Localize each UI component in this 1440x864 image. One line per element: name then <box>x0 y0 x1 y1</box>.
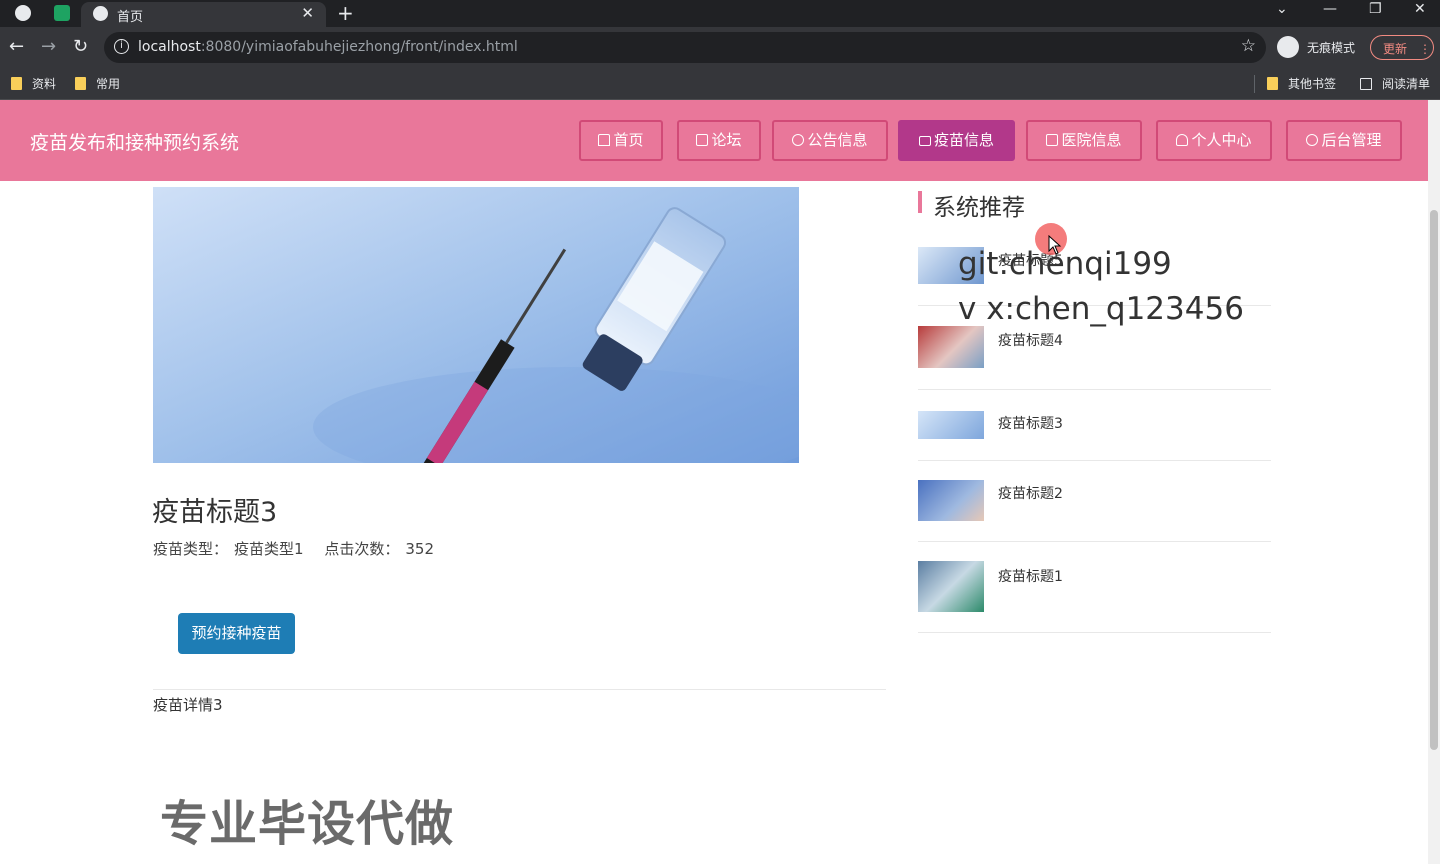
user-icon <box>1176 134 1189 146</box>
incognito-icon <box>1277 36 1299 58</box>
folder-icon <box>1267 77 1278 90</box>
folder-icon <box>11 77 22 90</box>
page-scrollbar[interactable] <box>1428 100 1440 864</box>
window-close-icon[interactable]: ✕ <box>1414 1 1426 17</box>
more-icon: ⋮ <box>1419 42 1432 56</box>
nav-home[interactable]: 首页 <box>579 120 663 161</box>
site-header: 疫苗发布和接种预约系统 首页 论坛 公告信息 疫苗信息 医院信息 个人中心 后台… <box>0 100 1428 181</box>
incognito-label: 无痕模式 <box>1307 41 1356 55</box>
chevron-down-icon[interactable]: ⌄ <box>1276 1 1288 17</box>
nav-vaccine[interactable]: 疫苗信息 <box>898 120 1015 161</box>
reading-list[interactable]: 阅读清单 <box>1360 75 1430 92</box>
site-title: 疫苗发布和接种预约系统 <box>30 132 240 154</box>
nav-admin[interactable]: 后台管理 <box>1286 120 1402 161</box>
vaccine-illustration: 疫苗 <box>153 187 799 463</box>
nav-forum[interactable]: 论坛 <box>677 120 761 161</box>
content-divider <box>153 689 886 690</box>
update-button[interactable]: 更新 ⋮ <box>1370 35 1434 60</box>
reading-list-icon <box>1360 78 1372 90</box>
sheet-app-icon[interactable] <box>54 5 70 21</box>
globe-icon[interactable] <box>15 5 31 21</box>
recommend-thumbnail[interactable] <box>918 326 984 368</box>
globe-icon <box>93 6 108 21</box>
recommend-thumbnail[interactable] <box>918 561 984 612</box>
recommend-item[interactable]: 疫苗标题3 <box>918 390 1271 461</box>
bookmark-folder-other[interactable]: 其他书签 <box>1267 75 1336 92</box>
back-icon[interactable]: ← <box>9 36 24 57</box>
bookmarks-bar: 资料 常用 其他书签 阅读清单 <box>0 68 1440 100</box>
close-icon[interactable]: ✕ <box>301 4 314 22</box>
new-tab-icon[interactable]: + <box>337 1 354 25</box>
restore-icon[interactable]: ❐ <box>1369 1 1382 17</box>
browser-tab-strip: 首页 ✕ + ⌄ — ❐ ✕ <box>0 0 1440 27</box>
mouse-cursor-icon <box>1048 235 1062 255</box>
nav-hospital[interactable]: 医院信息 <box>1026 120 1142 161</box>
minimize-icon[interactable]: — <box>1323 1 1337 17</box>
overlay-git-text: git:chenqi199 <box>958 246 1172 282</box>
nav-notice[interactable]: 公告信息 <box>772 120 888 161</box>
bookmark-folder[interactable]: 资料 <box>11 75 56 92</box>
forum-icon <box>696 134 709 146</box>
bookmark-divider <box>1254 75 1255 93</box>
url-text: localhost:8080/yimiaofabuhejiezhong/fron… <box>138 39 518 55</box>
scrollbar-thumb[interactable] <box>1430 210 1438 750</box>
page-viewport: 疫苗发布和接种预约系统 首页 论坛 公告信息 疫苗信息 医院信息 个人中心 后台… <box>0 100 1428 864</box>
promo-watermark: 专业毕设代做 <box>160 796 455 852</box>
notice-icon <box>792 134 805 146</box>
recommend-thumbnail[interactable] <box>918 411 984 439</box>
browser-tab-active[interactable]: 首页 ✕ <box>81 2 326 27</box>
forward-icon[interactable]: → <box>41 36 56 57</box>
nav-profile[interactable]: 个人中心 <box>1156 120 1272 161</box>
heading-accent-bar <box>918 191 922 213</box>
vaccine-detail-text: 疫苗详情3 <box>153 696 223 714</box>
recommend-item[interactable]: 疫苗标题2 <box>918 461 1271 542</box>
folder-icon <box>75 77 86 90</box>
bookmark-star-icon[interactable]: ☆ <box>1241 36 1256 56</box>
url-input[interactable]: i localhost:8080/yimiaofabuhejiezhong/fr… <box>104 32 1266 63</box>
info-icon[interactable]: i <box>114 39 129 54</box>
vaccine-image: 疫苗 <box>153 187 799 463</box>
address-bar: ← → ↻ i localhost:8080/yimiaofabuhejiezh… <box>0 27 1440 68</box>
recommend-thumbnail[interactable] <box>918 480 984 521</box>
recommend-item[interactable]: 疫苗标题1 <box>918 542 1271 633</box>
hospital-icon <box>1046 134 1059 146</box>
link-icon <box>1303 131 1321 149</box>
book-vaccination-button[interactable]: 预约接种疫苗 <box>178 613 295 654</box>
mail-icon <box>918 136 931 146</box>
reload-icon[interactable]: ↻ <box>73 36 88 57</box>
overlay-wechat-text: v x:chen_q123456 <box>958 291 1244 327</box>
vaccine-meta: 疫苗类型： 疫苗类型1 点击次数： 352 <box>153 540 434 558</box>
tab-title: 首页 <box>117 10 144 25</box>
vaccine-title: 疫苗标题3 <box>152 497 278 528</box>
home-icon <box>598 134 611 146</box>
bookmark-folder[interactable]: 常用 <box>75 75 120 92</box>
